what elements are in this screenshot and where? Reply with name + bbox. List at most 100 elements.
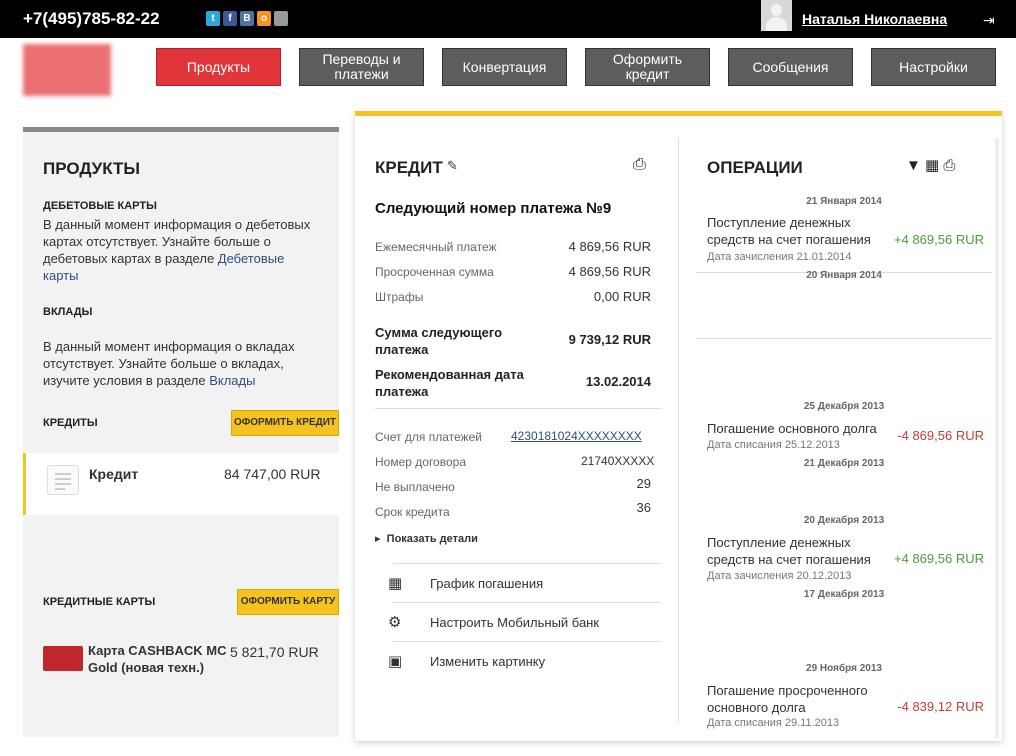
- calendar-icon: ▦: [388, 575, 403, 592]
- facebook-icon[interactable]: f: [223, 11, 237, 26]
- account-label: Счет для платежей: [375, 430, 482, 444]
- nav-products[interactable]: Продукты: [156, 48, 281, 86]
- recommended-date-label: Рекомендованная дата платежа: [375, 367, 524, 399]
- divider: [375, 408, 661, 409]
- next-payment-title: Следующий номер платежа №9: [375, 200, 612, 217]
- nav-conversion[interactable]: Конвертация: [442, 48, 567, 86]
- operation-amount: -4 839,12 RUR: [897, 699, 984, 714]
- debit-cards-label: ДЕБЕТОВЫЕ КАРТЫ: [43, 200, 157, 212]
- date-header: 21 Декабря 2013: [803, 458, 885, 469]
- mobile-settings-icon: ⚙: [388, 614, 402, 631]
- social-links: t f В о: [206, 11, 288, 26]
- phone-number: +7(495)785-82-22: [23, 9, 160, 28]
- debit-cards-text: В данный момент информация о дебетовых к…: [43, 216, 323, 284]
- nav-conversion-label: Конвертация: [462, 58, 547, 75]
- nav-products-label: Продукты: [186, 58, 251, 75]
- operation-date: Дата зачисления 20.12.2013: [707, 570, 852, 582]
- bank-logo[interactable]: [23, 44, 111, 96]
- print-icon[interactable]: ⎙: [633, 156, 646, 174]
- nav-transfers-label: Переводы и платежи: [322, 51, 401, 82]
- credits-label: КРЕДИТЫ: [43, 417, 98, 429]
- operations-title: ОПЕРАЦИИ: [707, 158, 803, 177]
- nav-apply-credit[interactable]: Оформить кредит: [585, 48, 710, 86]
- username-link[interactable]: Наталья Николаевна: [802, 11, 947, 27]
- mobile-bank-label: Настроить Мобильный банк: [430, 615, 600, 630]
- overdue-label: Просроченная сумма: [375, 265, 494, 279]
- operation-date: Дата списания 29.11.2013: [707, 717, 840, 729]
- show-details-toggle[interactable]: ▸ Показать детали: [375, 532, 478, 545]
- mobile-bank-action[interactable]: ⚙ Настроить Мобильный банк: [388, 602, 661, 640]
- nav-settings-label: Настройки: [899, 58, 968, 75]
- operation-amount: +4 869,56 RUR: [894, 551, 984, 566]
- nav-messages-label: Сообщения: [752, 58, 829, 75]
- operation-amount: -4 869,56 RUR: [897, 428, 984, 443]
- change-picture-action[interactable]: ▣ Изменить картинку: [388, 641, 661, 679]
- term-value: 36: [636, 500, 651, 515]
- filter-icon[interactable]: ▼: [906, 157, 921, 174]
- next-sum-value: 9 739,12 RUR: [568, 332, 651, 347]
- operation-amount: +4 869,56 RUR: [894, 232, 984, 247]
- apply-card-button[interactable]: ОФОРМИТЬ КАРТУ: [237, 589, 339, 615]
- vk-icon[interactable]: В: [240, 11, 254, 26]
- credit-card-icon: [43, 646, 83, 671]
- date-header: 29 Ноября 2013: [806, 663, 882, 674]
- products-title: ПРОДУКТЫ: [43, 159, 141, 178]
- date-header: 21 Января 2014: [806, 196, 882, 207]
- logout-icon[interactable]: ⇥: [983, 12, 995, 29]
- unpaid-label: Не выплачено: [375, 480, 455, 494]
- change-picture-label: Изменить картинку: [430, 654, 546, 669]
- date-header: 25 Декабря 2013: [803, 401, 885, 412]
- date-header: 20 Декабря 2013: [803, 515, 885, 526]
- nav-messages[interactable]: Сообщения: [728, 48, 853, 86]
- column-divider: [678, 138, 679, 723]
- odnoklassniki-icon[interactable]: о: [257, 11, 271, 26]
- credit-detail-panel: КРЕДИТ ✎ ⎙ Следующий номер платежа №9 Еж…: [355, 111, 1002, 741]
- monthly-payment-label: Ежемесячный платеж: [375, 240, 497, 254]
- nav-transfers[interactable]: Переводы и платежи: [299, 48, 424, 86]
- overdue-value: 4 869,56 RUR: [568, 264, 651, 279]
- operations-toolbar: ▼ ▦ ⎙: [906, 156, 955, 174]
- operation-date: Дата зачисления 21.01.2014: [707, 251, 852, 263]
- credit-document-icon: [47, 465, 79, 495]
- date-header: 20 Января 2014: [806, 270, 882, 281]
- deposits-link[interactable]: Вклады: [209, 373, 255, 388]
- deposits-info: В данный момент информация о вкладах отс…: [43, 339, 295, 388]
- avatar[interactable]: [761, 0, 792, 31]
- schedule-action[interactable]: ▦ График погашения: [388, 563, 661, 601]
- show-details-label: Показать детали: [386, 533, 478, 545]
- apply-credit-button[interactable]: ОФОРМИТЬ КРЕДИТ: [231, 410, 339, 436]
- credit-card-name[interactable]: Карта CASHBACK MC Gold (новая техн.): [88, 642, 228, 676]
- top-bar: +7(495)785-82-22 t f В о Наталья Николае…: [0, 0, 1016, 38]
- date-header: 17 Декабря 2013: [803, 589, 885, 600]
- fines-label: Штрафы: [375, 290, 424, 304]
- credit-title: КРЕДИТ: [375, 158, 443, 177]
- credit-list-item[interactable]: Кредит 84 747,00 RUR: [23, 453, 339, 515]
- twitter-icon[interactable]: t: [206, 11, 220, 26]
- credit-cards-label: КРЕДИТНЫЕ КАРТЫ: [43, 596, 156, 608]
- products-panel: ПРОДУКТЫ ДЕБЕТОВЫЕ КАРТЫ В данный момент…: [23, 127, 339, 737]
- credit-card-amount: 5 821,70 RUR: [230, 644, 319, 660]
- operations-scrollbar[interactable]: [995, 138, 999, 738]
- fines-value: 0,00 RUR: [593, 289, 651, 304]
- credit-item-amount: 84 747,00 RUR: [224, 466, 321, 482]
- apple-icon[interactable]: [274, 11, 288, 26]
- divider: [696, 338, 992, 339]
- nav-settings[interactable]: Настройки: [871, 48, 996, 86]
- edit-pencil-icon[interactable]: ✎: [447, 158, 458, 174]
- account-value[interactable]: 4230181024XXXXXXXX: [511, 429, 642, 443]
- deposits-text: В данный момент информация о вкладах отс…: [43, 338, 323, 389]
- caret-right-icon: ▸: [375, 533, 381, 545]
- contract-label: Номер договора: [375, 455, 466, 469]
- operation-description: Поступление денежных средств на счет пог…: [707, 215, 871, 247]
- print-icon[interactable]: ⎙: [943, 157, 955, 174]
- schedule-label: График погашения: [430, 576, 544, 591]
- deposits-label: ВКЛАДЫ: [43, 306, 93, 318]
- monthly-payment-value: 4 869,56 RUR: [568, 239, 651, 254]
- nav-apply-credit-label: Оформить кредит: [612, 51, 683, 82]
- operation-description: Погашение просроченного основного долга: [707, 683, 868, 715]
- operation-description: Погашение основного долга: [707, 421, 877, 436]
- operation-date: Дата списания 25.12.2013: [707, 439, 840, 451]
- calendar-icon[interactable]: ▦: [925, 157, 939, 174]
- image-icon: ▣: [388, 653, 403, 670]
- next-sum-label: Сумма следующего платежа: [375, 325, 503, 357]
